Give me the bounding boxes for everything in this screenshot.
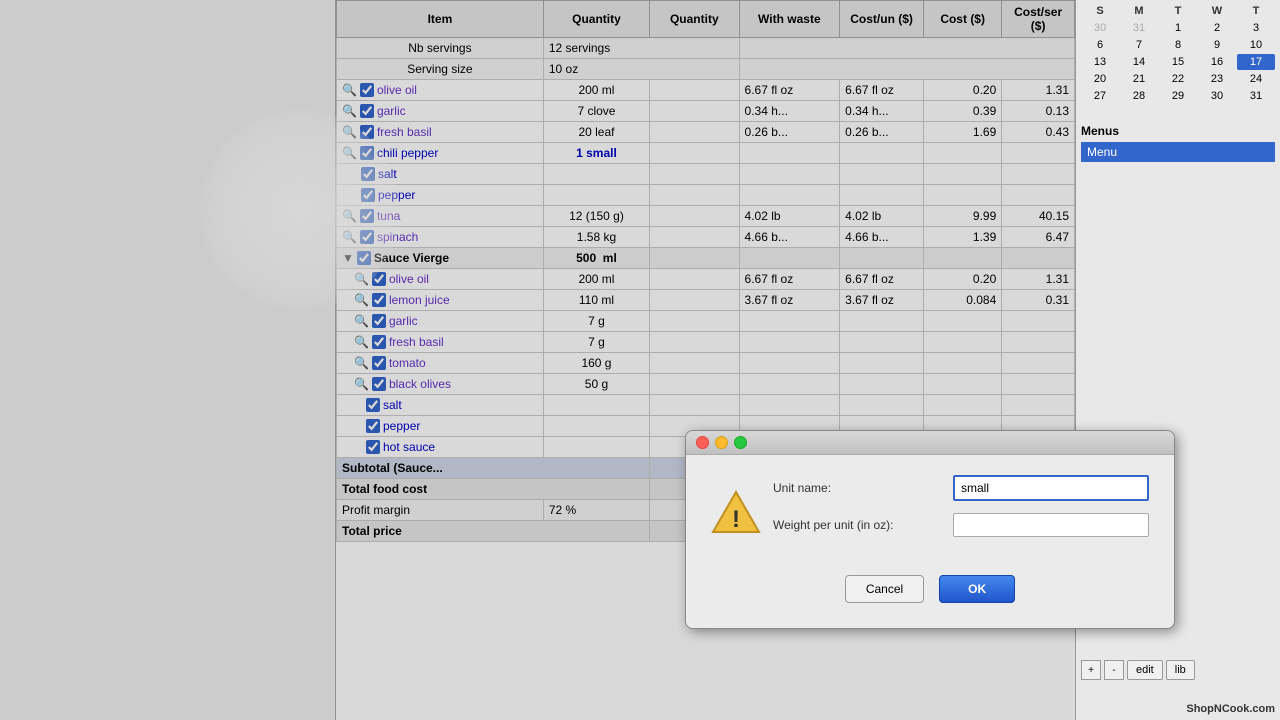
- cal-cell[interactable]: 2: [1198, 20, 1236, 36]
- cal-cell[interactable]: 23: [1198, 71, 1236, 87]
- day-mon: M: [1120, 5, 1158, 17]
- weight-row: Weight per unit (in oz):: [773, 513, 1149, 537]
- cal-cell[interactable]: 29: [1159, 88, 1197, 104]
- cal-cell[interactable]: 22: [1159, 71, 1197, 87]
- cal-cell[interactable]: 14: [1120, 54, 1158, 70]
- branding: ShopNCook.com: [1186, 703, 1275, 715]
- menu-item[interactable]: Menu: [1081, 142, 1275, 162]
- cal-cell[interactable]: 9: [1198, 37, 1236, 53]
- dialog-fields: Unit name: Weight per unit (in oz):: [773, 475, 1149, 549]
- unit-name-input[interactable]: [953, 475, 1149, 501]
- cal-cell[interactable]: 27: [1081, 88, 1119, 104]
- weight-label: Weight per unit (in oz):: [773, 518, 953, 532]
- nav-prev-btn[interactable]: +: [1081, 660, 1101, 680]
- dialog-overlay: ! Unit name: Weight per unit (in oz): Ca…: [0, 0, 1075, 720]
- dialog-body: ! Unit name: Weight per unit (in oz): Ca…: [686, 455, 1174, 628]
- cal-cell[interactable]: 16: [1198, 54, 1236, 70]
- unit-name-row: Unit name:: [773, 475, 1149, 501]
- day-sun: S: [1081, 5, 1119, 17]
- shopncook-logo: ShopNCook.com: [1186, 703, 1275, 715]
- minimize-button[interactable]: [715, 436, 728, 449]
- day-tue: T: [1159, 5, 1197, 17]
- cal-cell[interactable]: 21: [1120, 71, 1158, 87]
- nav-next-btn[interactable]: -: [1104, 660, 1124, 680]
- cancel-button[interactable]: Cancel: [845, 575, 924, 603]
- calendar-grid: 30 31 1 2 3 6 7 8 9 10 13 14 15 16 17 20…: [1081, 20, 1275, 104]
- menus-label: Menus: [1081, 124, 1275, 138]
- cal-cell[interactable]: 10: [1237, 37, 1275, 53]
- day-wed: W: [1198, 5, 1236, 17]
- cal-cell[interactable]: 28: [1120, 88, 1158, 104]
- dialog-content-row: ! Unit name: Weight per unit (in oz):: [711, 475, 1149, 549]
- nav-buttons: + - edit lib: [1081, 660, 1195, 680]
- calendar: S M T W T 30 31 1 2 3 6 7 8 9 10 13 14 1…: [1076, 0, 1280, 109]
- cal-cell[interactable]: 31: [1120, 20, 1158, 36]
- cal-cell[interactable]: 3: [1237, 20, 1275, 36]
- edit-button[interactable]: edit: [1127, 660, 1163, 680]
- cal-cell[interactable]: 30: [1081, 20, 1119, 36]
- unit-name-label: Unit name:: [773, 481, 953, 495]
- cal-cell[interactable]: 20: [1081, 71, 1119, 87]
- calendar-header: S M T W T: [1081, 5, 1275, 17]
- cal-cell[interactable]: 15: [1159, 54, 1197, 70]
- cal-cell[interactable]: 31: [1237, 88, 1275, 104]
- cal-cell[interactable]: 1: [1159, 20, 1197, 36]
- unit-dialog: ! Unit name: Weight per unit (in oz): Ca…: [685, 430, 1175, 629]
- warning-icon: !: [711, 487, 761, 537]
- cal-cell[interactable]: 6: [1081, 37, 1119, 53]
- lib-button[interactable]: lib: [1166, 660, 1195, 680]
- cal-cell[interactable]: 8: [1159, 37, 1197, 53]
- cal-cell[interactable]: 7: [1120, 37, 1158, 53]
- cal-cell[interactable]: 13: [1081, 54, 1119, 70]
- ok-button[interactable]: OK: [939, 575, 1015, 603]
- cal-cell[interactable]: 24: [1237, 71, 1275, 87]
- dialog-titlebar: [686, 431, 1174, 455]
- weight-input[interactable]: [953, 513, 1149, 537]
- day-thu: T: [1237, 5, 1275, 17]
- close-button[interactable]: [696, 436, 709, 449]
- maximize-button[interactable]: [734, 436, 747, 449]
- dialog-buttons: Cancel OK: [711, 565, 1149, 608]
- cal-cell[interactable]: 30: [1198, 88, 1236, 104]
- menus-section: Menus Menu: [1076, 119, 1280, 167]
- svg-text:!: !: [732, 506, 740, 533]
- cal-cell-today[interactable]: 17: [1237, 54, 1275, 70]
